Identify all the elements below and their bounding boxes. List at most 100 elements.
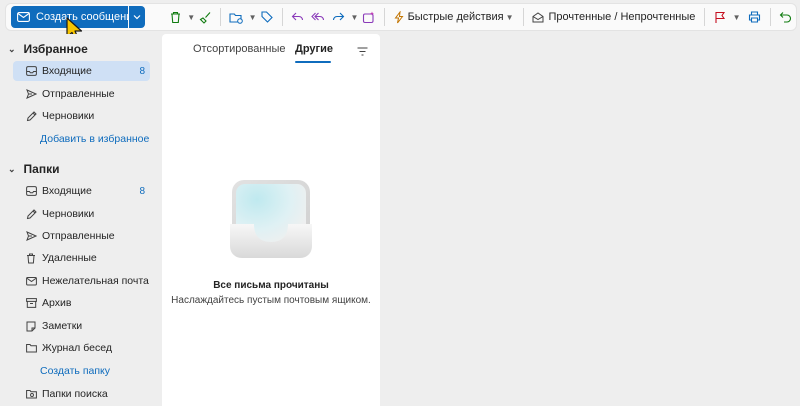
folder-item-conversation-history[interactable]: Журнал бесед [13, 338, 150, 358]
tab-focused[interactable]: Отсортированные [193, 43, 286, 55]
printer-icon [749, 11, 761, 23]
read-unread-label: Прочтенные / Непрочтенные [548, 11, 696, 23]
delete-button[interactable] [165, 6, 185, 28]
folder-item-label: Отправленные [42, 230, 115, 242]
search-folders-label: Папки поиска [42, 388, 108, 400]
undo-button[interactable] [776, 6, 796, 28]
empty-state-subtitle: Наслаждайтесь пустым почтовым ящиком. [171, 295, 371, 306]
folder-item-label: Журнал бесед [42, 342, 112, 354]
sparkle-calendar-icon [362, 11, 375, 23]
search-folder-icon [25, 388, 37, 400]
divider [704, 8, 706, 26]
folder-item-label: Черновики [42, 208, 95, 220]
send-icon [25, 230, 37, 242]
quick-actions-button[interactable]: Быстрые действия ▼ [390, 6, 518, 28]
move-to-button[interactable] [226, 6, 246, 28]
folder-pane: ⌄ Избранное Входящие 8 Отправленные Черн… [0, 34, 160, 406]
print-button[interactable] [745, 6, 765, 28]
reply-all-button[interactable] [308, 6, 328, 28]
tag-button[interactable] [256, 6, 276, 28]
tab-other[interactable]: Другие [295, 43, 333, 55]
folder-item-label: Заметки [42, 320, 83, 332]
broom-icon [199, 11, 211, 24]
tag-icon [261, 11, 273, 23]
folders-header[interactable]: ⌄ Папки [8, 162, 59, 176]
favorites-item-sent[interactable]: Отправленные [13, 84, 150, 104]
inbox-tabs: Отсортированные Другие [162, 40, 380, 63]
folder-item-label: Нежелательная почта [42, 275, 149, 287]
unread-count: 8 [139, 65, 145, 77]
reply-button[interactable] [288, 6, 308, 28]
lightning-icon [394, 10, 404, 24]
divider [769, 8, 771, 26]
search-folders-item[interactable]: Папки поиска [13, 384, 150, 404]
divider [522, 8, 524, 26]
mail-icon [17, 10, 30, 24]
inbox-icon [25, 65, 37, 77]
inbox-icon [25, 185, 37, 197]
divider [220, 8, 222, 26]
forward-icon [332, 12, 345, 21]
toolbar: Создать сообщение ▼ ▼ ▼ Быстрые действия… [5, 3, 797, 31]
send-icon [25, 88, 37, 100]
folder-item-deleted[interactable]: Удаленные [13, 248, 150, 268]
trash-icon [170, 11, 180, 23]
favorites-item-drafts[interactable]: Черновики [13, 106, 150, 126]
empty-state-title: Все письма прочитаны [213, 280, 329, 291]
folder-item-label: Входящие [42, 185, 92, 197]
tab-selected-indicator [295, 61, 331, 63]
message-list: Отсортированные Другие Все письма прочит… [162, 34, 380, 406]
favorites-item-label: Входящие [42, 65, 92, 77]
folder-item-label: Архив [42, 297, 72, 309]
trash-icon [25, 252, 37, 264]
chevron-down-icon[interactable]: ▼ [350, 13, 358, 22]
folder-item-junk[interactable]: Нежелательная почта [13, 271, 150, 291]
reply-icon [292, 12, 304, 21]
unread-count: 8 [139, 185, 145, 197]
flag-button[interactable] [710, 6, 730, 28]
new-message-dropdown[interactable] [129, 6, 145, 28]
favorites-item-label: Отправленные [42, 88, 115, 100]
chevron-down-icon [133, 15, 141, 20]
chevron-down-icon[interactable]: ▼ [733, 13, 741, 22]
folder-item-drafts[interactable]: Черновики [13, 204, 150, 224]
create-folder-link[interactable]: Создать папку [40, 365, 110, 377]
folder-item-sent[interactable]: Отправленные [13, 226, 150, 246]
favorites-item-inbox[interactable]: Входящие 8 [13, 61, 150, 81]
add-to-favorites-link[interactable]: Добавить в избранное [40, 133, 149, 145]
favorites-header-label: Избранное [23, 42, 88, 56]
divider [281, 8, 283, 26]
new-message-label: Создать сообщение [36, 11, 139, 23]
envelope-open-icon [532, 11, 544, 23]
empty-inbox-illustration [230, 180, 312, 258]
favorites-header[interactable]: ⌄ Избранное [8, 42, 88, 56]
undo-icon [780, 12, 792, 23]
junk-mail-icon [25, 275, 37, 287]
archive-icon [25, 297, 37, 309]
folder-item-label: Удаленные [42, 252, 97, 264]
quick-actions-label: Быстрые действия [407, 11, 504, 23]
chevron-down-icon: ⌄ [8, 43, 16, 54]
sweep-button[interactable] [195, 6, 215, 28]
read-unread-button[interactable]: Прочтенные / Непрочтенные [528, 6, 699, 28]
filter-icon[interactable] [357, 47, 368, 56]
favorites-item-label: Черновики [42, 110, 95, 122]
folders-header-label: Папки [23, 162, 60, 176]
chevron-down-icon[interactable]: ▼ [249, 13, 257, 22]
note-icon [25, 320, 37, 332]
pencil-icon [25, 110, 37, 122]
folder-icon [25, 342, 37, 354]
divider [383, 8, 385, 26]
chevron-down-icon[interactable]: ▼ [187, 13, 195, 22]
folder-item-archive[interactable]: Архив [13, 293, 150, 313]
reply-all-icon [311, 12, 325, 21]
copilot-button[interactable] [358, 6, 378, 28]
forward-button[interactable] [328, 6, 348, 28]
chevron-down-icon: ⌄ [8, 163, 16, 174]
chevron-down-icon: ▼ [505, 12, 514, 22]
folder-item-notes[interactable]: Заметки [13, 316, 150, 336]
folder-item-inbox[interactable]: Входящие 8 [13, 181, 150, 201]
folder-move-icon [229, 12, 244, 24]
flag-icon [715, 11, 726, 23]
pencil-icon [25, 208, 37, 220]
